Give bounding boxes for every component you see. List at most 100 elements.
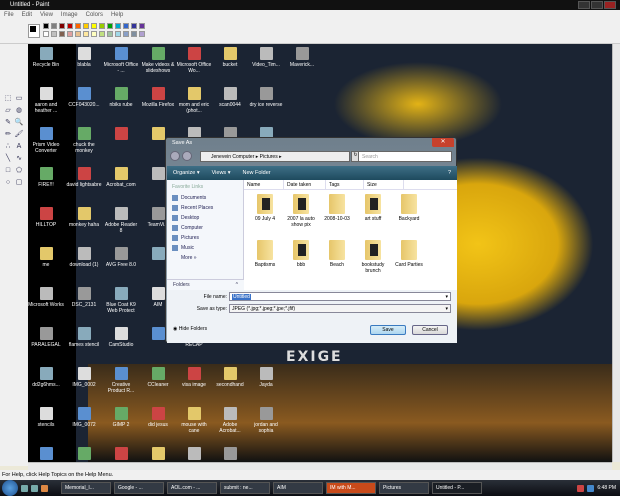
column-header-tags[interactable]: Tags xyxy=(326,180,364,189)
taskbar-item[interactable]: submit : ne... xyxy=(220,482,270,494)
desktop-icon[interactable]: dry ice reverse xyxy=(248,87,284,108)
polygon-tool[interactable]: ⬠ xyxy=(14,166,24,176)
tray-icon[interactable] xyxy=(577,484,585,492)
menu-help[interactable]: Help xyxy=(111,10,123,20)
favorite-link[interactable]: Documents xyxy=(167,193,243,203)
color-swatch[interactable] xyxy=(75,23,81,29)
rounded-rectangle-tool[interactable]: ▢ xyxy=(14,178,24,188)
folder-item[interactable]: 2007 la auto show pix xyxy=(283,194,319,228)
desktop-icon[interactable]: Microsoft Office Wo... xyxy=(176,47,212,74)
rectangle-tool[interactable]: □ xyxy=(3,166,13,176)
views-button[interactable]: Views ▾ xyxy=(212,166,231,180)
desktop-icon[interactable] xyxy=(28,447,64,462)
address-bar[interactable]: Jenevein Computer ▸ Pictures ▸ xyxy=(200,151,350,162)
desktop-icon[interactable]: IMG_0072 xyxy=(66,407,102,428)
maximize-button[interactable] xyxy=(591,1,603,9)
vertical-scrollbar[interactable] xyxy=(612,44,620,462)
desktop-icon[interactable]: aaron and heather ... xyxy=(28,87,64,114)
free-select-tool[interactable]: ⬚ xyxy=(3,94,13,104)
more-link[interactable]: More » xyxy=(167,253,243,263)
desktop-icon[interactable]: Video_Tim... xyxy=(248,47,284,68)
folder-item[interactable]: Backyard xyxy=(391,194,427,222)
desktop-icon[interactable] xyxy=(176,447,212,462)
menu-file[interactable]: File xyxy=(4,10,14,20)
hide-folders-button[interactable]: ◉ Hide Folders xyxy=(173,326,207,332)
desktop-icon[interactable]: chuck the monkey xyxy=(66,127,102,154)
menu-image[interactable]: Image xyxy=(61,10,78,20)
desktop-icon[interactable]: Microsoft Works xyxy=(28,287,64,308)
color-swatch[interactable] xyxy=(115,23,121,29)
desktop-icon[interactable] xyxy=(66,447,102,462)
save-button[interactable]: Save xyxy=(370,325,406,335)
color-swatch[interactable] xyxy=(115,31,121,37)
favorite-link[interactable]: Pictures xyxy=(167,233,243,243)
fill-tool[interactable]: ◍ xyxy=(14,106,24,116)
folder-item[interactable]: 2008-10-03 xyxy=(319,194,355,222)
eraser-tool[interactable]: ▱ xyxy=(3,106,13,116)
volume-icon[interactable] xyxy=(587,484,595,492)
column-header-name[interactable]: Name xyxy=(244,180,284,189)
color-swatch[interactable] xyxy=(67,23,73,29)
color-swatch[interactable] xyxy=(75,31,81,37)
desktop-icon[interactable]: PARALEGAL xyxy=(28,327,64,348)
desktop-icon[interactable]: scan0044 xyxy=(212,87,248,108)
folder-item[interactable]: art stuff xyxy=(355,194,391,222)
column-header-date-taken[interactable]: Date taken xyxy=(284,180,326,189)
search-input[interactable]: Search xyxy=(358,151,452,162)
desktop-icon[interactable]: Jayda xyxy=(248,367,284,388)
pick-color-tool[interactable]: ✎ xyxy=(3,118,13,128)
horizontal-scrollbar[interactable] xyxy=(28,462,612,470)
color-swatch[interactable] xyxy=(91,31,97,37)
folder-item[interactable]: bookstudy brunch xyxy=(355,240,391,274)
desktop-icon[interactable]: Prism Video Converter xyxy=(28,127,64,154)
taskbar-item[interactable]: Google - ... xyxy=(114,482,164,494)
taskbar-item[interactable]: Pictures xyxy=(379,482,429,494)
color-swatch[interactable] xyxy=(51,23,57,29)
color-swatch[interactable] xyxy=(131,23,137,29)
desktop-icon[interactable]: HILLTOP xyxy=(28,207,64,228)
pencil-tool[interactable]: ✏ xyxy=(3,130,13,140)
color-swatch[interactable] xyxy=(107,31,113,37)
color-swatch[interactable] xyxy=(139,31,145,37)
magnifier-tool[interactable]: 🔍 xyxy=(14,118,24,128)
start-button[interactable] xyxy=(2,480,18,496)
color-swatch[interactable] xyxy=(131,31,137,37)
text-tool[interactable]: A xyxy=(14,142,24,152)
color-swatch[interactable] xyxy=(107,23,113,29)
desktop-icon[interactable]: Adobe Reader 8 xyxy=(103,207,139,234)
color-swatch[interactable] xyxy=(99,31,105,37)
desktop-icon[interactable]: Microsoft Office - ... xyxy=(103,47,139,74)
dialog-close-button[interactable]: ✕ xyxy=(432,138,454,147)
quick-launch-icon[interactable] xyxy=(41,484,48,492)
favorite-link[interactable]: Music xyxy=(167,243,243,253)
desktop-icon[interactable] xyxy=(212,447,248,462)
folders-toggle[interactable]: Folders ^ xyxy=(167,279,244,290)
taskbar-item[interactable]: Memorial_I... xyxy=(61,482,111,494)
desktop-icon[interactable] xyxy=(140,447,176,462)
desktop-icon[interactable]: blabla xyxy=(66,47,102,68)
taskbar-item[interactable]: Untitled - P... xyxy=(432,482,482,494)
color-swatch[interactable] xyxy=(51,31,57,37)
desktop-icon[interactable]: CCF043020... xyxy=(66,87,102,108)
desktop-icon[interactable]: FIRE!!! xyxy=(28,167,64,188)
desktop-icon[interactable]: dd2g6hms... xyxy=(28,367,64,388)
desktop-icon[interactable]: Blue Coat K9 Web Protect xyxy=(103,287,139,314)
taskbar-item[interactable]: IM with M... xyxy=(326,482,376,494)
color-swatch[interactable] xyxy=(91,23,97,29)
color-swatch[interactable] xyxy=(43,31,49,37)
color-swatch[interactable] xyxy=(59,23,65,29)
desktop-icon[interactable]: jordan and sophia xyxy=(248,407,284,434)
desktop-icon[interactable]: flames stencil xyxy=(66,327,102,348)
desktop-icon[interactable] xyxy=(103,447,139,462)
taskbar-item[interactable]: AOL.com - ... xyxy=(167,482,217,494)
desktop-icon[interactable]: AVG Free 8.0 xyxy=(103,247,139,268)
taskbar-item[interactable]: AIM xyxy=(273,482,323,494)
forward-button[interactable] xyxy=(182,151,192,161)
color-swatch[interactable] xyxy=(123,23,129,29)
desktop-icon[interactable]: GIMP 2 xyxy=(103,407,139,428)
minimize-button[interactable] xyxy=(578,1,590,9)
menu-view[interactable]: View xyxy=(40,10,53,20)
line-tool[interactable]: ╲ xyxy=(3,154,13,164)
cancel-button[interactable]: Cancel xyxy=(412,325,448,335)
desktop-icon[interactable] xyxy=(103,127,139,142)
